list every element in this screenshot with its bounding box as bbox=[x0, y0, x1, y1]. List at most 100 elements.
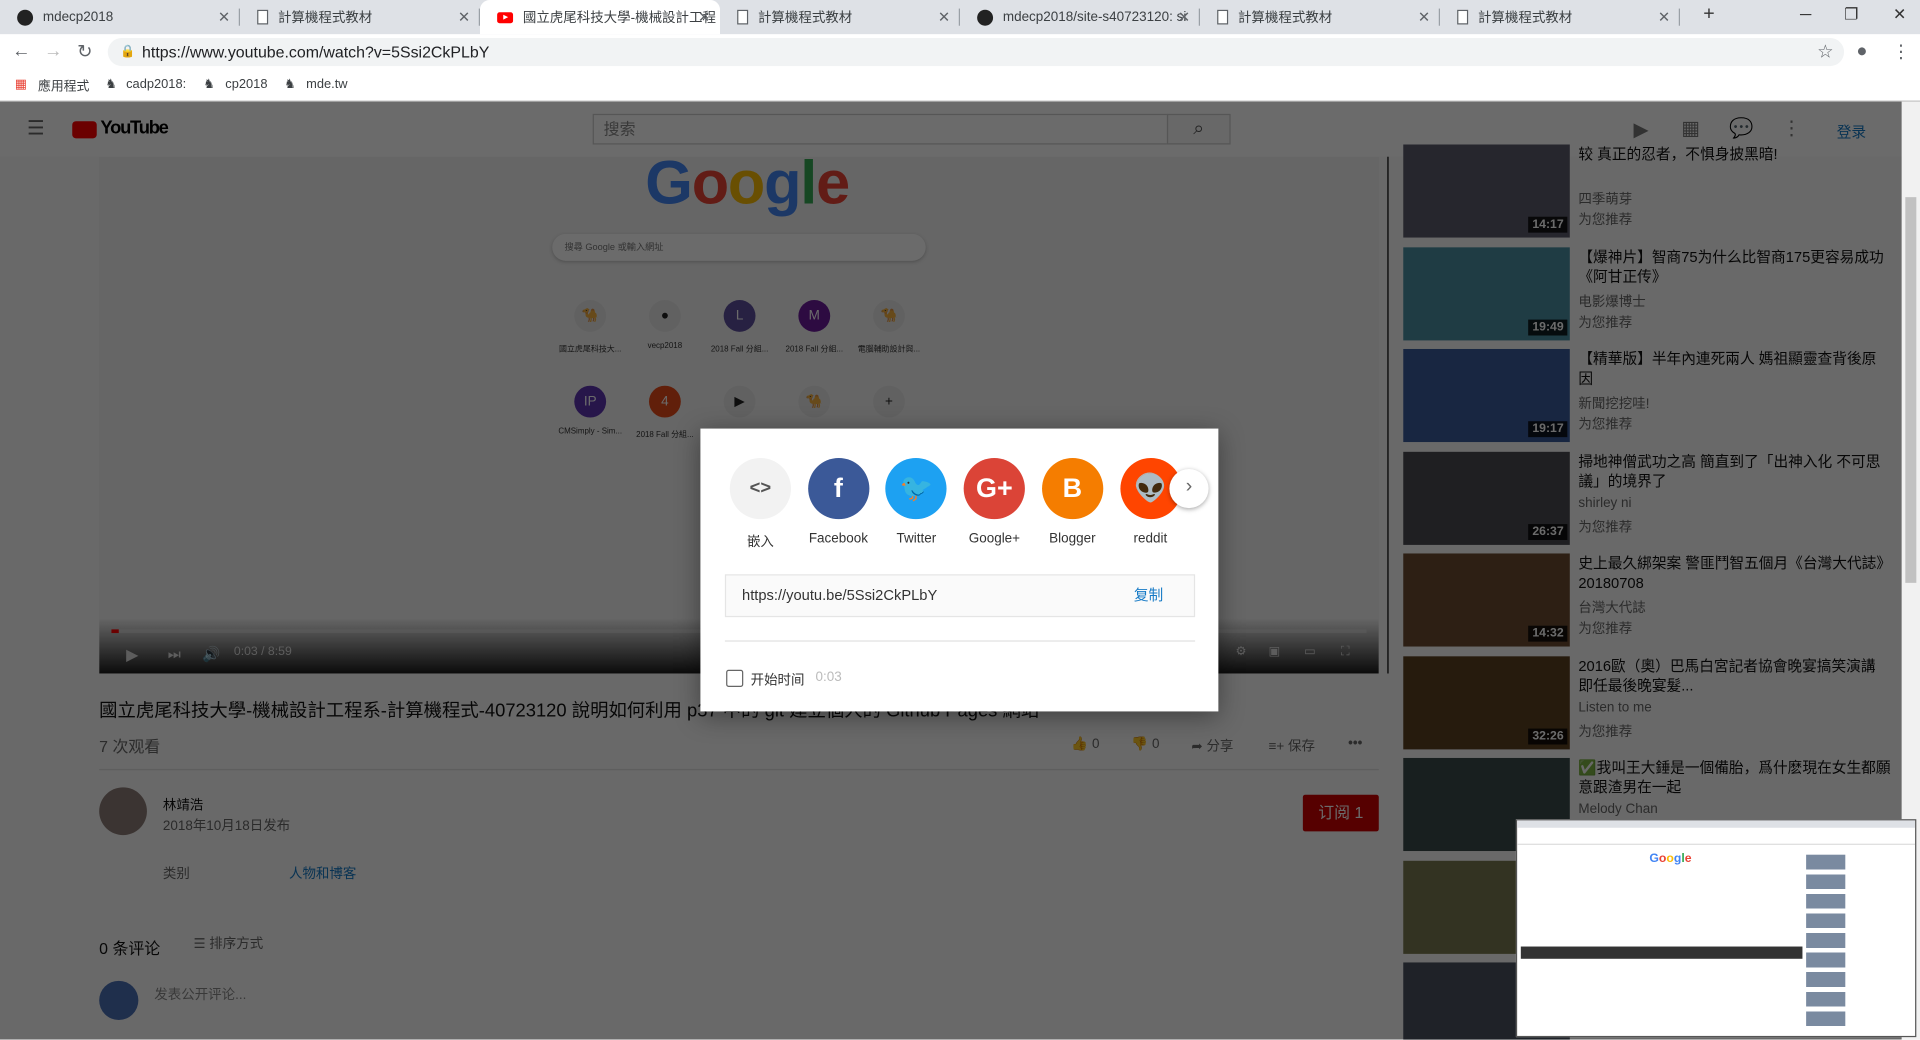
bookmark-cp2018[interactable]: cp2018 bbox=[225, 77, 267, 92]
browser-tab[interactable]: mdecp2018/site-s40723120: si ✕ bbox=[960, 0, 1201, 34]
search-input[interactable]: 搜索 bbox=[592, 113, 1169, 145]
forward-icon[interactable]: → bbox=[44, 40, 62, 61]
screenshot-preview-thumbnail[interactable]: Google bbox=[1515, 819, 1917, 1038]
search-button[interactable]: ⌕ bbox=[1166, 113, 1231, 145]
save-button[interactable]: ≡+ 保存 bbox=[1269, 736, 1315, 756]
hamburger-icon[interactable]: ☰ bbox=[27, 116, 45, 140]
close-tab-icon[interactable]: ✕ bbox=[458, 9, 470, 26]
bookmark-cadp2018[interactable]: cadp2018: bbox=[126, 77, 186, 92]
maximize-button[interactable]: ❐ bbox=[1844, 5, 1858, 25]
recommended-label: 为您推荐 bbox=[1578, 417, 1633, 433]
scrollbar-thumb[interactable] bbox=[1905, 197, 1917, 583]
video-title[interactable]: 掃地神僧武功之高 簡直到了「出神入化 不可思議」的境界了 bbox=[1578, 451, 1890, 490]
document-icon bbox=[257, 9, 269, 25]
youtube-logo-icon bbox=[72, 121, 97, 139]
menu-icon[interactable]: ⋮ bbox=[1892, 40, 1910, 63]
login-link[interactable]: 登录 bbox=[1837, 121, 1866, 142]
browser-tab[interactable]: 計算機程式教材 ✕ bbox=[240, 0, 481, 34]
shortcut-tile: ▶ bbox=[697, 385, 783, 428]
start-time-checkbox[interactable] bbox=[726, 669, 744, 687]
bookmark-star-icon[interactable]: ☆ bbox=[1817, 40, 1833, 63]
recommended-label: 为您推荐 bbox=[1578, 213, 1633, 228]
share-google-button[interactable]: G+ Google+ bbox=[958, 457, 1031, 547]
share-blogger-button[interactable]: B Blogger bbox=[1036, 457, 1109, 546]
video-title[interactable]: 【爆神片】智商75为什么比智商175更容易成功《阿甘正传》 bbox=[1578, 247, 1890, 286]
browser-tab[interactable]: 計算機程式教材 ✕ bbox=[720, 0, 961, 34]
next-arrow-icon[interactable]: › bbox=[1169, 468, 1209, 509]
shortcut-label: vecp2018 bbox=[647, 341, 683, 351]
like-count: 0 bbox=[1091, 737, 1100, 752]
apps-icon[interactable]: ▦ bbox=[1681, 116, 1700, 140]
comment-input[interactable]: 发表公开评论... bbox=[154, 984, 246, 1004]
shortcut-label: 2018 Fall 分組... bbox=[710, 345, 769, 354]
close-tab-icon[interactable]: ✕ bbox=[1418, 9, 1430, 26]
dislike-button[interactable]: 👎 0 bbox=[1131, 736, 1159, 752]
share-facebook-button[interactable]: f Facebook bbox=[802, 457, 875, 546]
copy-button[interactable]: 复制 bbox=[1134, 576, 1163, 616]
video-title[interactable]: 【精華版】半年內連死兩人 媽祖顯靈查背後原因 bbox=[1578, 349, 1890, 388]
document-icon bbox=[1217, 9, 1229, 25]
related-video-item[interactable]: 19:49 【爆神片】智商75为什么比智商175更容易成功《阿甘正传》 电影爆博士为… bbox=[1403, 246, 1893, 340]
play-icon[interactable]: ▶ bbox=[126, 645, 138, 665]
share-twitter-button[interactable]: 🐦 Twitter bbox=[880, 457, 953, 546]
channel-name: shirley ni bbox=[1578, 495, 1632, 511]
github-icon bbox=[977, 9, 994, 26]
recommended-label: 为您推荐 bbox=[1578, 519, 1633, 535]
browser-tab[interactable]: 計算機程式教材 ✕ bbox=[1440, 0, 1681, 34]
subscribe-button[interactable]: 订阅 1 bbox=[1302, 794, 1379, 832]
close-tab-icon[interactable]: ✕ bbox=[218, 9, 230, 26]
back-icon[interactable]: ← bbox=[12, 40, 30, 61]
related-video-item[interactable]: 26:37 掃地神僧武功之高 簡直到了「出神入化 不可思議」的境界了 shirley… bbox=[1403, 451, 1893, 545]
video-title[interactable]: 2016歐（奧）巴馬白宮記者協會晚宴搞笑演講 即任最後晚宴髮... bbox=[1578, 656, 1890, 695]
fullscreen-icon[interactable]: ⛶ bbox=[1341, 645, 1350, 658]
minimize-button[interactable]: ─ bbox=[1800, 5, 1811, 23]
bookmark-apps[interactable]: 應用程式 bbox=[38, 77, 89, 95]
profile-icon[interactable]: ● bbox=[1856, 40, 1867, 61]
messages-icon[interactable]: 💬 bbox=[1729, 116, 1753, 140]
settings-more-icon[interactable]: ⋮ bbox=[1782, 116, 1802, 140]
related-video-item[interactable]: 14:17 较 真正的忍者，不惧身披黑暗! 四季萌芽 为您推荐 bbox=[1403, 144, 1893, 238]
tab-title: 計算機程式教材 bbox=[1237, 11, 1333, 26]
more-actions-icon[interactable]: ••• bbox=[1348, 736, 1362, 751]
share-target-label: Google+ bbox=[968, 531, 1021, 547]
share-button[interactable]: ➦ 分享 bbox=[1191, 736, 1233, 756]
close-tab-icon[interactable]: ✕ bbox=[938, 9, 950, 26]
video-title[interactable]: 较 真正的忍者，不惧身披黑暗! bbox=[1578, 144, 1890, 164]
start-time-input[interactable]: 0:03 bbox=[816, 670, 842, 685]
settings-hd-icon[interactable]: ⚙ bbox=[1236, 645, 1247, 658]
category-link[interactable]: 人物和博客 bbox=[289, 863, 356, 883]
reload-icon[interactable]: ↻ bbox=[77, 40, 92, 63]
address-bar[interactable]: 🔒 https://www.youtube.com/watch?v=5Ssi2C… bbox=[107, 37, 1845, 67]
shortcut-icon: 🐪 bbox=[798, 385, 831, 418]
browser-tab[interactable]: mdecp2018 ✕ bbox=[0, 0, 241, 34]
share-embed-button[interactable]: <> 嵌入 bbox=[724, 457, 797, 551]
like-button[interactable]: 👍 0 bbox=[1071, 736, 1099, 752]
miniplayer-icon[interactable]: ▣ bbox=[1269, 645, 1281, 658]
channel-name[interactable]: 林靖浩 bbox=[163, 795, 203, 815]
related-video-item[interactable]: 19:17 【精華版】半年內連死兩人 媽祖顯靈查背後原因 新聞挖挖哇! 为您推荐 bbox=[1403, 348, 1893, 443]
screen: mdecp2018 ✕ 計算機程式教材 ✕ 國立虎尾科技大學-機械設計工程 ✕ 計算機程式教… bbox=[0, 0, 1920, 1040]
close-window-button[interactable]: ✕ bbox=[1893, 5, 1906, 25]
close-tab-icon[interactable]: ✕ bbox=[1658, 9, 1670, 26]
publish-date: 2018年10月18日发布 bbox=[162, 819, 291, 834]
channel-avatar[interactable] bbox=[99, 787, 147, 836]
close-tab-icon[interactable]: ✕ bbox=[698, 9, 710, 26]
browser-tab[interactable]: 計算機程式教材 ✕ bbox=[1200, 0, 1441, 34]
tab-title: 國立虎尾科技大學-機械設計工程 bbox=[522, 11, 716, 26]
upload-video-icon[interactable]: ▶ bbox=[1633, 118, 1648, 142]
video-title[interactable]: ✅我叫王大錘是一個備胎，爲什麽現在女生都願意跟渣男在一起 bbox=[1578, 758, 1890, 797]
theater-mode-icon[interactable]: ▭ bbox=[1304, 645, 1316, 658]
related-video-item[interactable]: 14:32 史上最久綁架案 警匪鬥智五個月《台灣大代誌》20180708 台灣大代誌… bbox=[1403, 553, 1893, 647]
new-tab-button[interactable]: + bbox=[1703, 4, 1714, 26]
video-title[interactable]: 史上最久綁架案 警匪鬥智五個月《台灣大代誌》20180708 bbox=[1578, 553, 1890, 592]
volume-icon[interactable]: 🔊 bbox=[202, 645, 220, 662]
next-icon[interactable]: ⏭ bbox=[168, 645, 181, 663]
close-tab-icon[interactable]: ✕ bbox=[1178, 9, 1190, 26]
youtube-logo[interactable]: YouTube bbox=[100, 118, 168, 139]
share-url-field[interactable]: https://youtu.be/5Ssi2CkPLbY 复制 bbox=[724, 574, 1196, 618]
sort-button[interactable]: ☰ 排序方式 bbox=[193, 933, 263, 953]
related-video-item[interactable]: 32:26 2016歐（奧）巴馬白宮記者協會晚宴搞笑演講 即任最後晚宴髮... Li… bbox=[1403, 655, 1893, 749]
bookmark-mde[interactable]: mde.tw bbox=[306, 77, 347, 92]
shortcut-icon: 🐪 bbox=[574, 300, 607, 332]
browser-tab[interactable]: 國立虎尾科技大學-機械設計工程 ✕ bbox=[480, 0, 721, 35]
